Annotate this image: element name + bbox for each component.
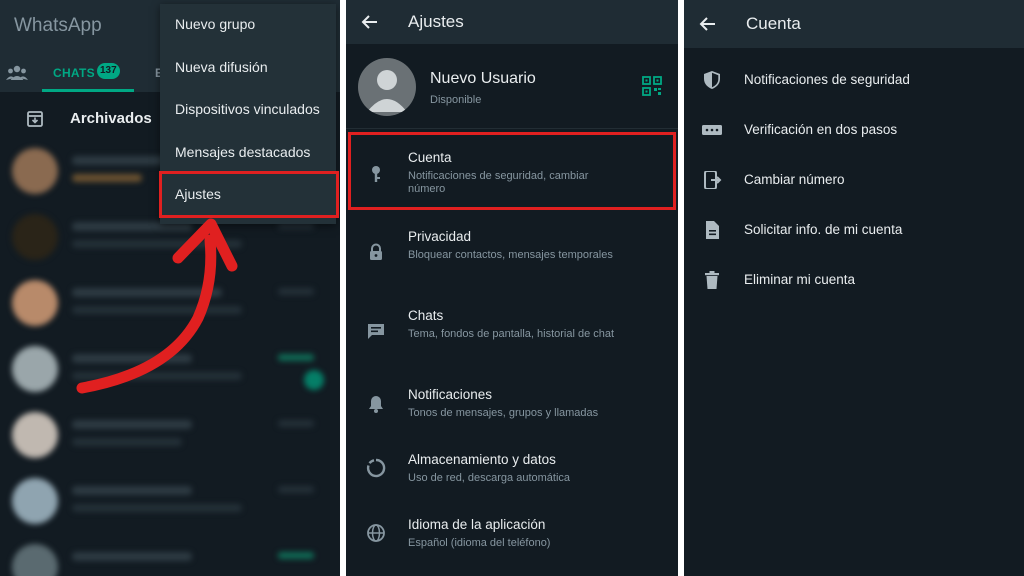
settings-item-privacy[interactable]: Privacidad Bloquear contactos, mensajes … <box>346 214 678 288</box>
settings-item-notifications[interactable]: Notificaciones Tonos de mensajes, grupos… <box>346 372 678 432</box>
storage-icon <box>366 458 386 478</box>
account-item-change-number[interactable]: Cambiar número <box>684 160 1024 200</box>
settings-panel: Ajustes Nuevo Usuario Disponible Cuenta … <box>346 0 678 576</box>
settings-item-title: Idioma de la aplicación <box>408 517 546 532</box>
chat-icon <box>368 324 384 339</box>
account-item-two-step[interactable]: Verificación en dos pasos <box>684 110 1024 150</box>
settings-header: Ajustes <box>346 0 678 44</box>
account-panel: Cuenta Notificaciones de seguridad Verif… <box>684 0 1024 576</box>
settings-item-subtitle: Español (idioma del teléfono) <box>408 537 551 549</box>
profile-status: Disponible <box>430 94 482 106</box>
dots-icon <box>702 125 722 135</box>
lock-icon <box>370 243 382 260</box>
account-item-delete-account[interactable]: Eliminar mi cuenta <box>684 260 1024 300</box>
page-title: Cuenta <box>746 14 801 33</box>
bell-icon <box>369 396 383 413</box>
globe-icon <box>367 524 385 542</box>
document-icon <box>706 221 719 239</box>
account-item-label: Eliminar mi cuenta <box>744 272 856 287</box>
account-header: Cuenta <box>684 0 1024 48</box>
account-item-label: Cambiar número <box>744 172 845 187</box>
settings-item-title: Privacidad <box>408 229 472 244</box>
back-arrow-icon[interactable] <box>360 12 380 32</box>
default-avatar-icon <box>367 70 407 112</box>
settings-item-storage[interactable]: Almacenamiento y datos Uso de red, desca… <box>346 438 678 498</box>
phone-transfer-icon <box>704 171 722 189</box>
profile-name: Nuevo Usuario <box>430 70 536 87</box>
whatsapp-home-panel: WhatsApp CHATS 137 E Archivados Nuevo gr… <box>0 0 340 576</box>
account-item-label: Notificaciones de seguridad <box>744 72 910 87</box>
settings-item-language[interactable]: Idioma de la aplicación Español (idioma … <box>346 503 678 563</box>
settings-item-title: Notificaciones <box>408 387 493 402</box>
back-arrow-icon[interactable] <box>698 14 718 34</box>
settings-item-subtitle: Bloquear contactos, mensajes temporales <box>408 249 613 261</box>
divider <box>346 128 678 129</box>
settings-item-chats[interactable]: Chats Tema, fondos de pantalla, historia… <box>346 293 678 367</box>
settings-item-subtitle: Uso de red, descarga automática <box>408 472 571 484</box>
shield-icon <box>704 71 720 89</box>
profile-row[interactable]: Nuevo Usuario Disponible <box>346 50 678 128</box>
account-item-label: Solicitar info. de mi cuenta <box>744 222 903 237</box>
settings-item-title: Almacenamiento y datos <box>408 452 556 467</box>
account-item-request-info[interactable]: Solicitar info. de mi cuenta <box>684 210 1024 250</box>
settings-item-subtitle: Tonos de mensajes, grupos y llamadas <box>408 407 599 419</box>
avatar[interactable] <box>358 58 416 116</box>
trash-icon <box>705 271 719 289</box>
page-title: Ajustes <box>408 12 464 31</box>
settings-item-subtitle: Tema, fondos de pantalla, historial de c… <box>408 328 615 340</box>
qr-code-icon[interactable] <box>642 76 662 96</box>
red-curved-arrow <box>76 218 238 394</box>
settings-item-title: Chats <box>408 308 444 323</box>
account-highlight-box <box>348 132 676 210</box>
account-item-label: Verificación en dos pasos <box>744 122 898 137</box>
account-item-security-notifications[interactable]: Notificaciones de seguridad <box>684 60 1024 100</box>
